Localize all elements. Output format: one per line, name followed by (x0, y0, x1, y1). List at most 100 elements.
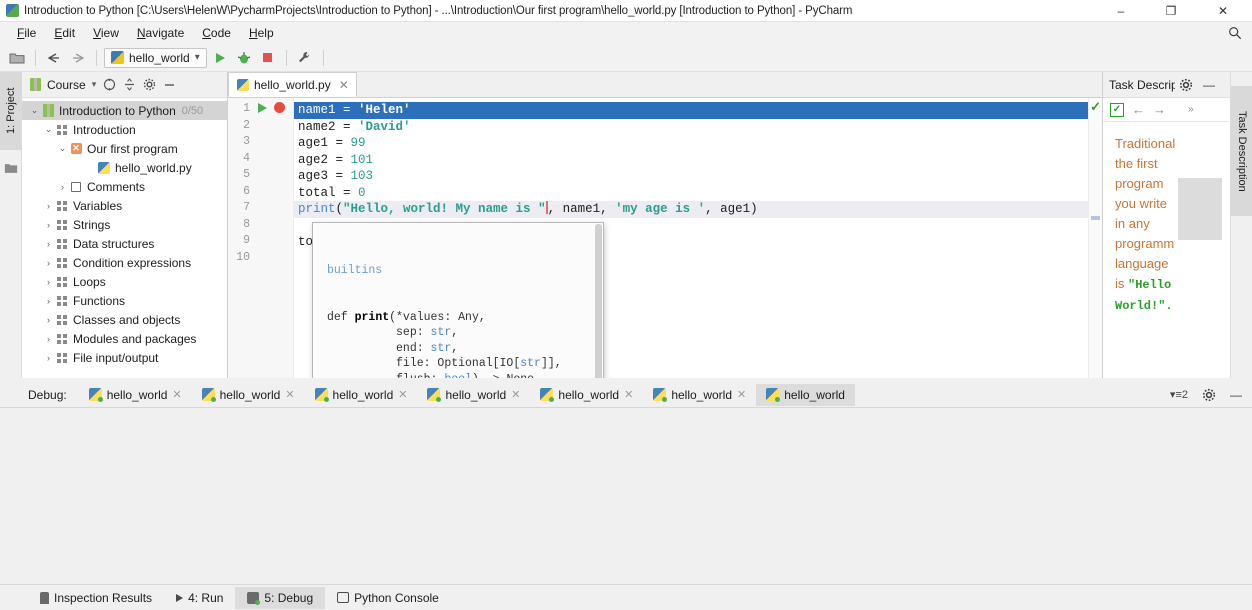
debug-session-tab[interactable]: hello_world ✕ (305, 384, 418, 406)
tree-toggle-icon[interactable]: ⌄ (28, 105, 41, 116)
tree-item[interactable]: ⌄ Introduction (22, 120, 227, 139)
menu-navigate[interactable]: Navigate (128, 24, 193, 42)
tree-item[interactable]: › Data structures (22, 234, 227, 253)
tree-toggle-icon[interactable]: › (42, 201, 55, 211)
code-line[interactable]: age3 = 103 (294, 168, 1102, 185)
prev-task-icon[interactable]: ← (1132, 102, 1145, 117)
debug-session-tab[interactable]: hello_world ✕ (79, 384, 192, 406)
tree-toggle-icon[interactable]: › (56, 182, 69, 192)
tree-item[interactable]: › Functions (22, 291, 227, 310)
status-python-console[interactable]: Python Console (325, 587, 451, 609)
open-folder-icon[interactable] (6, 47, 28, 69)
code-line[interactable]: print("Hello, world! My name is ", name1… (294, 201, 1102, 218)
tree-item[interactable]: › Modules and packages (22, 329, 227, 348)
editor-marker-bar[interactable]: ✓ (1088, 98, 1102, 382)
check-task-icon[interactable]: ✓ (1110, 102, 1124, 117)
back-arrow-icon[interactable] (43, 47, 65, 69)
close-icon[interactable]: ✕ (285, 388, 294, 401)
tree-item-label: Strings (73, 217, 111, 232)
debug-session-tab[interactable]: hello_world (756, 383, 855, 406)
menu-help[interactable]: Help (240, 24, 283, 42)
tree-toggle-icon[interactable]: › (42, 239, 55, 249)
run-line-icon[interactable] (258, 103, 267, 113)
status-run[interactable]: 4: Run (164, 587, 235, 609)
tree-item[interactable]: › Classes and objects (22, 310, 227, 329)
sidebar-tab-project[interactable]: 1: Project (0, 72, 22, 150)
layout-settings-icon[interactable]: ▾≡2 (1170, 388, 1188, 401)
debug-button[interactable] (233, 47, 255, 69)
minimize-panel-icon[interactable]: — (1230, 388, 1242, 402)
close-button[interactable]: ✕ (1202, 0, 1244, 22)
tree-item[interactable]: hello_world.py (22, 158, 227, 177)
popup-scrollbar[interactable] (595, 224, 602, 384)
tree-toggle-icon[interactable]: › (42, 353, 55, 363)
editor-tab-hello-world[interactable]: hello_world.py ✕ (228, 72, 357, 97)
close-icon[interactable]: ✕ (624, 388, 633, 401)
code-line[interactable]: name1 = 'Helen' (294, 102, 1102, 119)
tree-toggle-icon[interactable]: › (42, 296, 55, 306)
menu-edit[interactable]: Edit (45, 24, 84, 42)
minimize-panel-icon[interactable] (162, 78, 176, 92)
tree-item[interactable]: › File input/output (22, 348, 227, 367)
tree-toggle-icon[interactable]: › (42, 277, 55, 287)
gear-icon[interactable] (1179, 78, 1193, 92)
debug-session-tab[interactable]: hello_world ✕ (530, 384, 643, 406)
close-icon[interactable]: ✕ (511, 388, 520, 401)
tree-toggle-icon[interactable]: › (42, 315, 55, 325)
collapse-all-icon[interactable] (122, 78, 136, 92)
chevron-down-icon[interactable]: ▾ (92, 79, 97, 90)
debug-session-tab[interactable]: hello_world ✕ (643, 384, 756, 406)
code-line[interactable]: total = 0 (294, 185, 1102, 202)
maximize-button[interactable]: ❐ (1150, 0, 1192, 22)
tree-item[interactable]: › Condition expressions (22, 253, 227, 272)
tree-item[interactable]: › Strings (22, 215, 227, 234)
tree-item-label: Functions (73, 293, 126, 308)
gear-icon[interactable] (1202, 388, 1216, 402)
menu-view[interactable]: View (84, 24, 128, 42)
debug-session-tab[interactable]: hello_world ✕ (192, 384, 305, 406)
square-icon (71, 181, 81, 192)
tree-toggle-icon[interactable]: › (42, 220, 55, 230)
settings-wrench-icon[interactable] (294, 47, 316, 69)
menu-code[interactable]: Code (193, 24, 240, 42)
menu-file[interactable]: File (8, 24, 45, 42)
pycharm-window: Introduction to Python [C:\Users\HelenW\… (0, 0, 1252, 610)
status-debug[interactable]: 5: Debug (235, 586, 326, 609)
close-icon[interactable]: ✕ (737, 388, 746, 401)
tree-item[interactable]: › Loops (22, 272, 227, 291)
minimize-button[interactable]: – (1100, 0, 1142, 22)
tree-item[interactable]: › Variables (22, 196, 227, 215)
gear-icon[interactable] (142, 78, 156, 92)
status-inspection-results[interactable]: Inspection Results (28, 587, 164, 609)
tree-item[interactable]: ⌄ ✕ Our first program (22, 139, 227, 158)
tree-toggle-icon[interactable]: › (42, 258, 55, 268)
close-icon[interactable]: ✕ (398, 388, 407, 401)
code-line[interactable]: name2 = 'David' (294, 119, 1102, 136)
code-line[interactable]: age1 = 99 (294, 135, 1102, 152)
minimize-panel-icon[interactable]: — (1203, 78, 1215, 92)
collapse-target-icon[interactable] (102, 78, 116, 92)
status-label: 5: Debug (264, 590, 314, 605)
folder-icon[interactable] (4, 162, 18, 174)
python-debug-icon (88, 388, 103, 402)
code-line[interactable]: age2 = 101 (294, 152, 1102, 169)
debug-session-tab[interactable]: hello_world ✕ (417, 384, 530, 406)
breakpoint-icon[interactable] (274, 102, 285, 113)
tree-item[interactable]: › Comments (22, 177, 227, 196)
tree-toggle-icon[interactable]: ⌄ (42, 124, 55, 135)
run-config-label: hello_world (129, 50, 190, 65)
tree-item[interactable]: ⌄ Introduction to Python 0/50 (22, 101, 227, 120)
stop-button[interactable] (257, 47, 279, 69)
next-task-icon[interactable]: → (1153, 102, 1166, 117)
forward-arrow-icon[interactable] (67, 47, 89, 69)
close-icon[interactable]: ✕ (339, 78, 349, 92)
search-icon[interactable] (1228, 26, 1242, 40)
tree-toggle-icon[interactable]: › (42, 334, 55, 344)
run-configuration-selector[interactable]: hello_world ▾ (104, 47, 207, 68)
editor-gutter[interactable]: 1 2 3 4 5 6 7 8 9 10 (228, 98, 294, 382)
tree-toggle-icon[interactable]: ⌄ (56, 143, 69, 154)
close-icon[interactable]: ✕ (172, 388, 181, 401)
run-button[interactable] (209, 47, 231, 69)
expand-icon[interactable]: » (1188, 104, 1194, 115)
sidebar-tab-task-description[interactable]: Task Description (1231, 86, 1252, 216)
